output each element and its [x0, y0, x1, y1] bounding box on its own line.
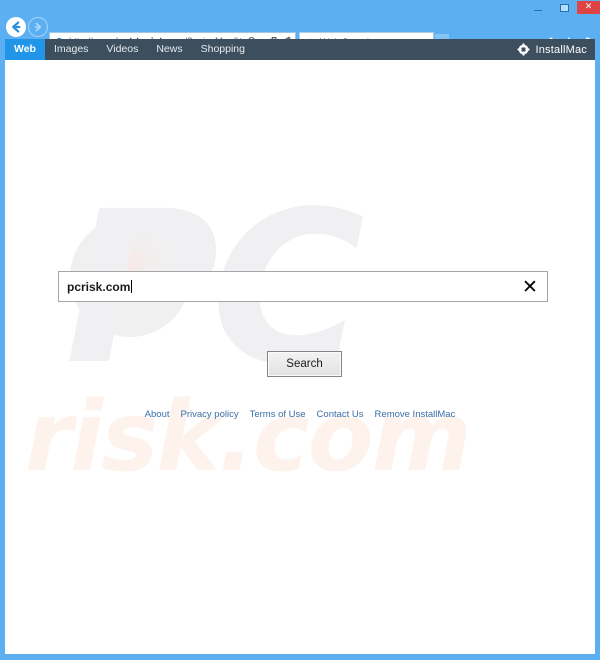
- close-icon: ✕: [584, 2, 593, 12]
- installmac-brand[interactable]: InstallMac: [517, 39, 587, 60]
- nav-item-news[interactable]: News: [147, 39, 191, 60]
- search-input-value[interactable]: pcrisk.com: [67, 278, 513, 296]
- search-input[interactable]: pcrisk.com ✕: [58, 271, 548, 302]
- nav-item-images[interactable]: Images: [45, 39, 97, 60]
- close-window-button[interactable]: ✕: [577, 1, 600, 14]
- footer-link-contact-us[interactable]: Contact Us: [317, 409, 364, 421]
- search-query-text: pcrisk.com: [67, 279, 131, 294]
- nav-item-shopping[interactable]: Shopping: [192, 39, 254, 60]
- page-viewport: PC risk.com Web Images Videos News Shopp…: [5, 39, 595, 654]
- brand-name: InstallMac: [535, 43, 587, 56]
- nav-item-web[interactable]: Web: [5, 39, 45, 60]
- footer-links: About Privacy policy Terms of Use Contac…: [5, 409, 595, 421]
- footer-link-about[interactable]: About: [145, 409, 170, 421]
- forward-arrow-icon: [34, 22, 41, 32]
- back-button[interactable]: [6, 17, 26, 37]
- maximize-icon: [559, 3, 569, 12]
- footer-link-privacy-policy[interactable]: Privacy policy: [181, 409, 239, 421]
- browser-toolbar: http://search.strtpoint.com/?v=insMac&t=…: [0, 15, 600, 52]
- browser-window: ✕ http://search.strtpoint.com/?v=: [0, 0, 600, 660]
- minimize-icon: [534, 9, 542, 11]
- clear-search-icon[interactable]: ✕: [513, 277, 547, 297]
- footer-link-terms-of-use[interactable]: Terms of Use: [250, 409, 306, 421]
- pinwheel-icon: [517, 43, 531, 56]
- forward-button[interactable]: [28, 17, 48, 37]
- nav-item-videos[interactable]: Videos: [97, 39, 147, 60]
- title-bar: ✕: [0, 0, 600, 15]
- search-page-content: pcrisk.com ✕ Search About Privacy policy…: [5, 60, 595, 654]
- back-arrow-icon: [12, 21, 21, 33]
- minimize-button[interactable]: [525, 1, 551, 14]
- site-navigation: Web Images Videos News Shopping InstallM…: [5, 39, 595, 60]
- footer-link-remove-installmac[interactable]: Remove InstallMac: [375, 409, 456, 421]
- search-button[interactable]: Search: [267, 351, 342, 377]
- maximize-button[interactable]: [551, 1, 577, 14]
- text-cursor: [131, 280, 133, 293]
